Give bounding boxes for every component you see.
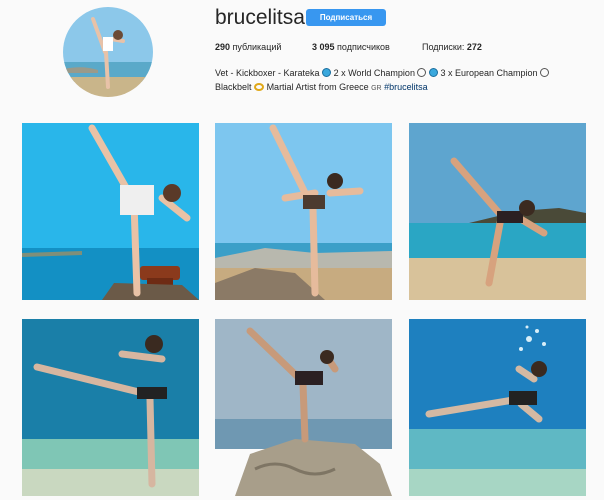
bio-text-world: 2 x World Champion [333,68,415,78]
profile-bio: Vet - Kickboxer - Karateka 2 x World Cha… [215,66,595,96]
post-photo [409,319,586,496]
post-thumbnail-6[interactable] [409,319,586,496]
post-thumbnail-4[interactable] [22,319,199,496]
posts-count-label: публикаций [232,42,282,52]
post-photo [215,123,392,300]
blue-circle-icon [428,68,438,77]
follow-button[interactable]: Подписаться [306,9,386,26]
bio-line-1: Vet - Kickboxer - Karateka 2 x World Cha… [215,66,595,80]
post-thumbnail-1[interactable] [22,123,199,300]
greece-flag-icon: GR [371,85,382,92]
posts-count-value: 290 [215,42,231,52]
post-thumbnail-2[interactable] [215,123,392,300]
white-circle-icon [417,68,427,77]
bio-text-european: 3 x European Champion [440,68,538,78]
following-count-value: 272 [466,42,482,52]
belt-icon [254,83,265,91]
username: brucelitsa [215,6,305,29]
post-photo [409,123,586,300]
post-photo [22,319,199,496]
following-link[interactable]: Подписки: 272 [422,42,482,52]
post-photo [215,319,392,496]
followers-count-value: 3 095 [312,42,335,52]
following-count-label: Подписки: [422,42,465,52]
post-thumbnail-5[interactable] [215,319,392,496]
posts-grid [22,123,586,500]
followers-link[interactable]: 3 095 подписчиков [312,42,390,52]
hashtag-link[interactable]: #brucelitsa [384,82,428,92]
bio-text-blackbelt: Blackbelt [215,82,252,92]
bio-line-2: Blackbelt Martial Artist from Greece GR … [215,80,595,96]
followers-count-label: подписчиков [337,42,390,52]
blue-circle-icon [322,68,332,77]
avatar[interactable] [63,7,153,97]
avatar-photo [63,7,153,97]
post-photo [22,123,199,300]
bio-text-profession: Vet - Kickboxer - Karateka [215,68,320,78]
posts-count: 290 публикаций [215,42,281,52]
bio-text-origin: Martial Artist from Greece [266,82,369,92]
white-circle-icon [540,68,550,77]
post-thumbnail-3[interactable] [409,123,586,300]
